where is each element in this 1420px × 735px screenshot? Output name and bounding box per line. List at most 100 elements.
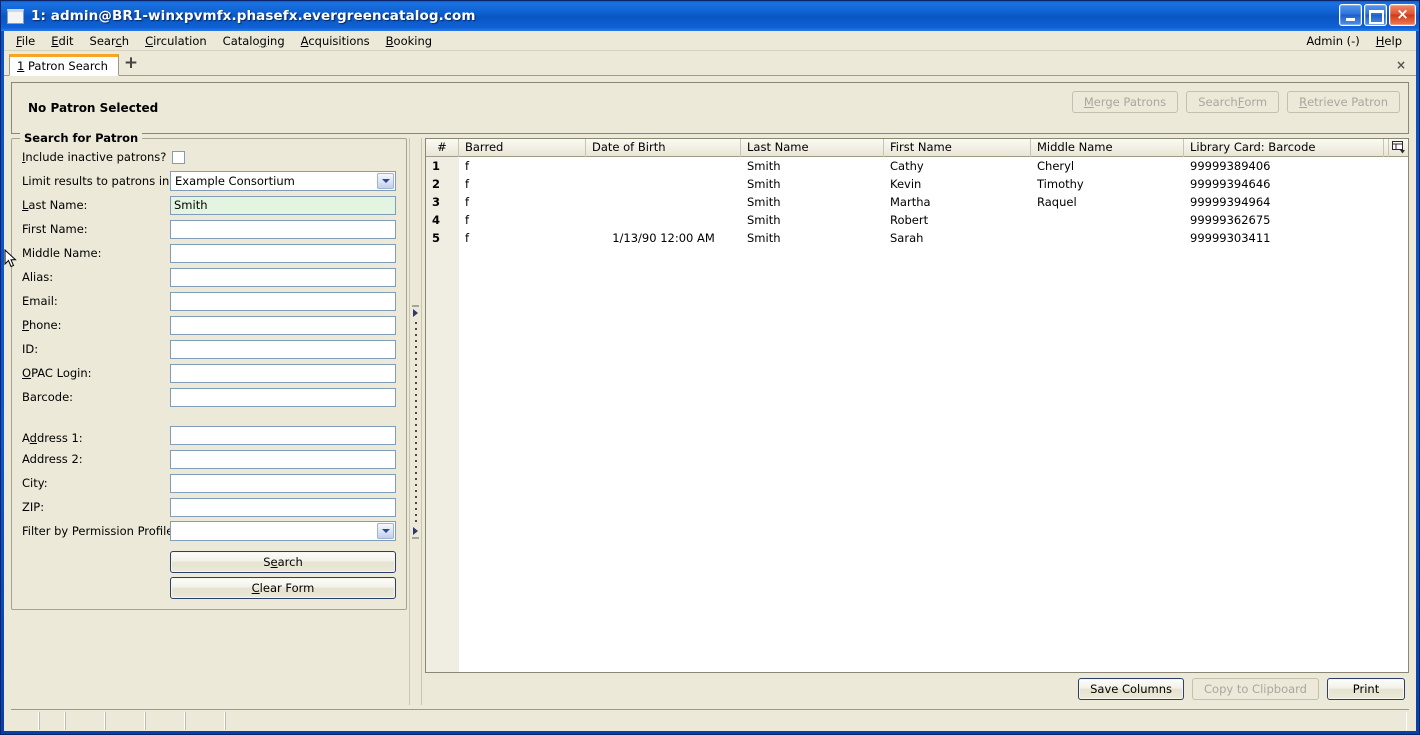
menu-admin[interactable]: Admin (-) <box>1298 32 1367 50</box>
print-button[interactable]: Print <box>1327 678 1405 700</box>
menu-file[interactable]: File <box>8 32 43 50</box>
clear-form-button[interactable]: Clear Form <box>170 577 396 599</box>
include-inactive-checkbox[interactable] <box>172 150 185 164</box>
results-grid-body[interactable]: 1 f Smith Cathy Cheryl 99999389406 2 f Smith Kevi… <box>426 157 1408 672</box>
permission-profile-select[interactable] <box>170 521 396 541</box>
cell-last_name: Smith <box>747 159 781 173</box>
menu-search[interactable]: Search <box>82 32 138 50</box>
table-row[interactable]: 2 f Smith Kevin Timothy 99999394646 <box>426 175 1408 193</box>
label-phone: Phone: <box>22 318 62 332</box>
address-1-input[interactable] <box>170 426 396 445</box>
pane-splitter[interactable] <box>409 138 422 705</box>
table-row[interactable]: 4 f Smith Robert 99999362675 <box>426 211 1408 229</box>
cell-middle_name: Cheryl <box>1037 159 1075 173</box>
patron-action-buttons: Merge Patrons Search Form Retrieve Patro… <box>1071 91 1400 113</box>
splitter-bar-top <box>412 304 419 307</box>
menu-acquisitions[interactable]: Acquisitions <box>293 32 378 50</box>
column-header-last_name[interactable]: Last Name <box>741 139 884 157</box>
status-segment-3 <box>105 712 145 730</box>
table-row[interactable]: 5 f 1/13/90 12:00 AM Smith Sarah 99999303411 <box>426 229 1408 247</box>
address-2-input[interactable] <box>170 449 396 469</box>
column-header-middle_name[interactable]: Middle Name <box>1031 139 1184 157</box>
copy-to-clipboard-button[interactable]: Copy to Clipboard <box>1192 678 1319 700</box>
opac-login-input[interactable] <box>170 363 396 383</box>
label-city: City: <box>22 476 48 490</box>
search-form-button[interactable]: Search Form <box>1186 91 1280 113</box>
status-segment-2 <box>65 712 105 730</box>
patron-summary-header: No Patron Selected Merge Patrons Search … <box>11 82 1409 134</box>
label-last-name: Last Name: <box>22 198 88 212</box>
field-row-zip: ZIP: <box>22 495 396 519</box>
minimize-button[interactable] <box>1339 4 1362 26</box>
status-bar <box>11 709 1409 731</box>
cell-barcode: 99999303411 <box>1190 231 1271 245</box>
table-row[interactable]: 3 f Smith Martha Raquel 99999394964 <box>426 193 1408 211</box>
status-segment-6 <box>225 712 1407 730</box>
cell-barcode: 99999362675 <box>1190 213 1271 227</box>
id-input[interactable] <box>170 339 396 359</box>
barcode-input[interactable] <box>170 387 396 407</box>
label-first-name: First Name: <box>22 222 88 236</box>
middle-name-input[interactable] <box>170 243 396 263</box>
retrieve-patron-button[interactable]: Retrieve Patron <box>1287 91 1400 113</box>
tab-strip: 1 Patron Search + × <box>4 51 1416 76</box>
label-zip: ZIP: <box>22 500 45 514</box>
cell-middle_name <box>1031 211 1184 229</box>
label-barcode: Barcode: <box>22 390 74 404</box>
collapse-right-icon[interactable] <box>413 526 418 535</box>
maximize-button[interactable] <box>1364 4 1387 26</box>
column-header-dob[interactable]: Date of Birth <box>586 139 741 157</box>
cell-middle_name: Timothy <box>1037 177 1084 191</box>
column-header-first_name[interactable]: First Name <box>884 139 1031 157</box>
phone-input[interactable] <box>170 315 396 335</box>
chevron-down-icon[interactable] <box>377 173 394 189</box>
limit-results-select[interactable]: Example Consortium <box>170 171 396 191</box>
status-segment-1 <box>39 712 65 730</box>
close-tab-icon[interactable]: × <box>1396 58 1406 72</box>
column-header-barcode[interactable]: Library Card: Barcode <box>1184 139 1384 157</box>
menu-circulation[interactable]: Circulation <box>137 32 215 50</box>
merge-patrons-button[interactable]: Merge Patrons <box>1071 91 1179 113</box>
search-button[interactable]: Se arch <box>170 551 396 573</box>
search-form-pane: Search for Patron Include inactive patro… <box>11 131 409 705</box>
field-row-opac-login: OPAC Login: <box>22 361 396 385</box>
menu-help[interactable]: Help <box>1368 32 1410 50</box>
field-row-include-inactive: Include inactive patrons? <box>22 145 396 169</box>
label-address-2: Address 2: <box>22 452 83 466</box>
field-row-email: Email: <box>22 289 396 313</box>
close-button[interactable]: × <box>1389 4 1416 26</box>
cell-middle_name <box>1031 229 1184 247</box>
results-grid: # Barred Date of Birth Last Name First Name M… <box>425 138 1409 673</box>
tab-patron-search[interactable]: 1 Patron Search <box>9 54 119 76</box>
results-footer-buttons: Save Columns Copy to Clipboard Print <box>425 673 1409 705</box>
save-columns-button[interactable]: Save Columns <box>1078 678 1185 700</box>
zip-input[interactable] <box>170 497 396 517</box>
city-input[interactable] <box>170 473 396 493</box>
menu-cataloging[interactable]: Cataloging <box>215 32 293 50</box>
chevron-down-icon[interactable] <box>377 523 394 539</box>
email-input[interactable] <box>170 291 396 311</box>
field-row-phone: Phone: <box>22 313 396 337</box>
window-titlebar[interactable]: 1: admin@BR1-winxpvmfx.phasefx.evergreen… <box>1 1 1419 31</box>
menu-booking[interactable]: Booking <box>378 32 440 50</box>
table-row[interactable]: 1 f Smith Cathy Cheryl 99999389406 <box>426 157 1408 175</box>
cell-last_name: Smith <box>747 231 781 245</box>
new-tab-button[interactable]: + <box>119 53 143 75</box>
cell-first_name: Cathy <box>890 159 924 173</box>
cell-num: 3 <box>432 195 441 209</box>
menu-edit[interactable]: Edit <box>43 32 81 50</box>
cell-num: 4 <box>432 213 441 227</box>
label-middle-name: Middle Name: <box>22 246 102 260</box>
first-name-input[interactable] <box>170 219 396 239</box>
alias-input[interactable] <box>170 267 396 287</box>
cell-first_name: Robert <box>890 213 929 227</box>
column-header-barred[interactable]: Barred <box>459 139 586 157</box>
field-row-first-name: First Name: <box>22 217 396 241</box>
column-picker-icon[interactable] <box>1388 139 1408 157</box>
cell-dob <box>586 175 741 193</box>
page-content: No Patron Selected Merge Patrons Search … <box>4 76 1416 731</box>
last-name-input[interactable] <box>170 195 396 215</box>
column-header-num[interactable]: # <box>426 139 459 157</box>
splitter-grip <box>414 321 417 522</box>
collapse-left-icon[interactable] <box>413 308 418 317</box>
